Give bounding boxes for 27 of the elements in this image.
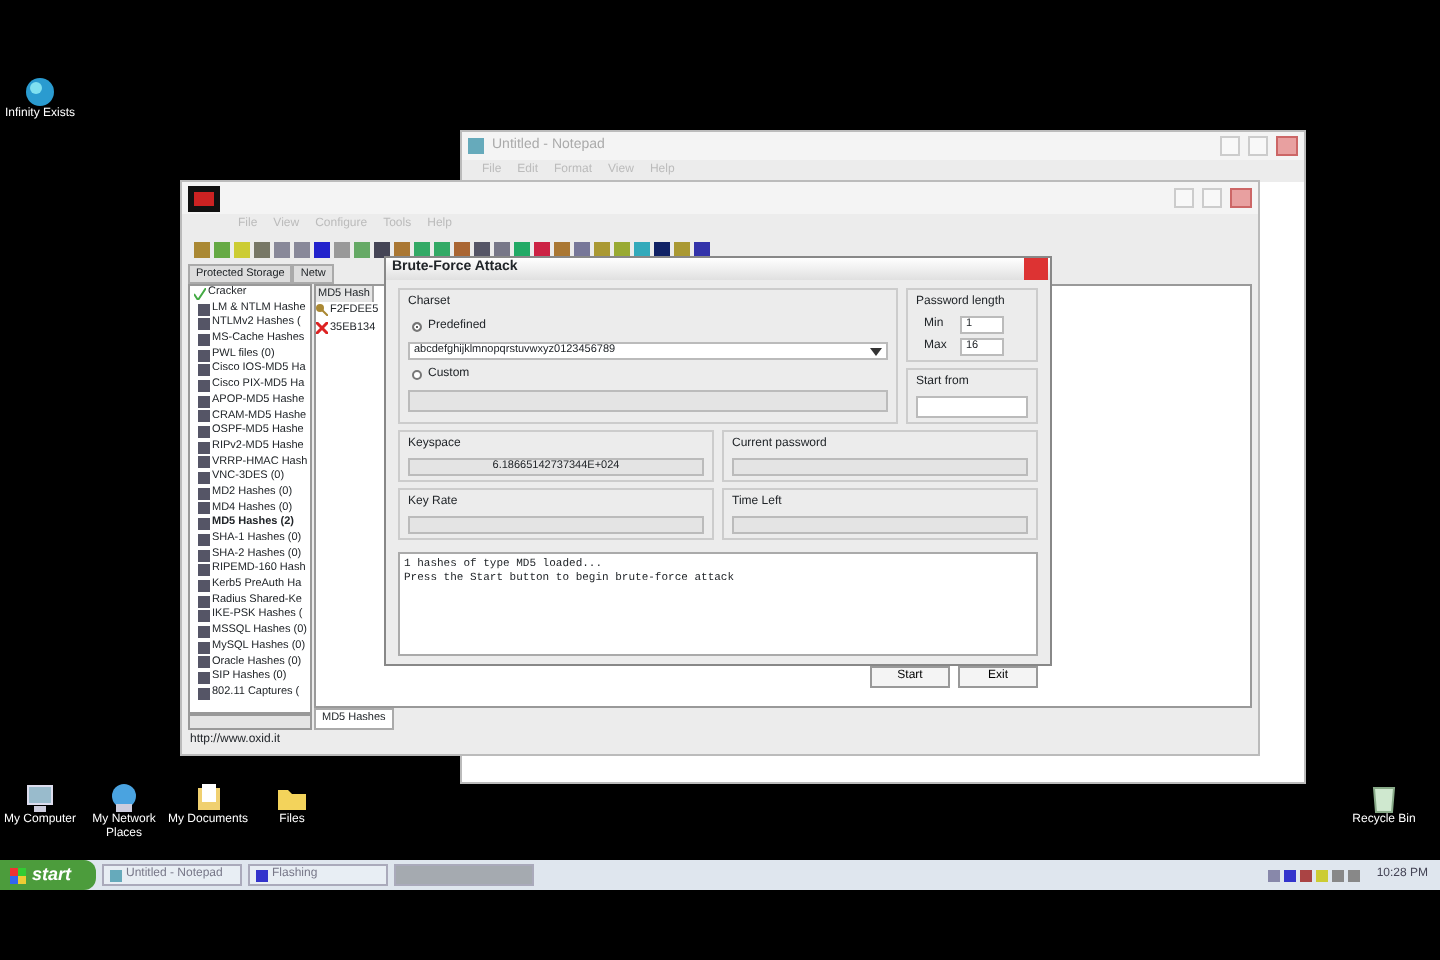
maximize-button[interactable]: [1202, 188, 1222, 208]
notepad-icon: [110, 869, 122, 881]
window-icon: [256, 869, 268, 881]
taskbar-button[interactable]: [394, 864, 534, 886]
computer-icon[interactable]: [24, 782, 56, 814]
maximize-button[interactable]: [1248, 136, 1268, 156]
cross-icon: [316, 321, 328, 334]
key-icon: [316, 304, 328, 317]
globe-icon[interactable]: [24, 76, 56, 108]
close-button[interactable]: [1024, 258, 1048, 280]
folder-icon[interactable]: [192, 782, 224, 814]
custom-charset-field[interactable]: [408, 390, 888, 412]
caret-icon[interactable]: [870, 345, 882, 357]
radio-button[interactable]: [412, 370, 422, 380]
recycle-bin-icon[interactable]: [1368, 782, 1400, 814]
windows-logo-icon: [10, 867, 26, 883]
check-icon: [194, 287, 206, 300]
minimize-button[interactable]: [1174, 188, 1194, 208]
minimize-button[interactable]: [1220, 136, 1240, 156]
close-button[interactable]: [1276, 136, 1298, 156]
close-button[interactable]: [1230, 188, 1252, 208]
app-logo-icon: [188, 185, 220, 211]
network-icon[interactable]: [108, 782, 140, 814]
start-from-field[interactable]: [916, 396, 1028, 418]
radio-button[interactable]: [412, 322, 422, 332]
horizontal-scrollbar[interactable]: [188, 714, 312, 730]
notepad-icon: [468, 138, 484, 154]
